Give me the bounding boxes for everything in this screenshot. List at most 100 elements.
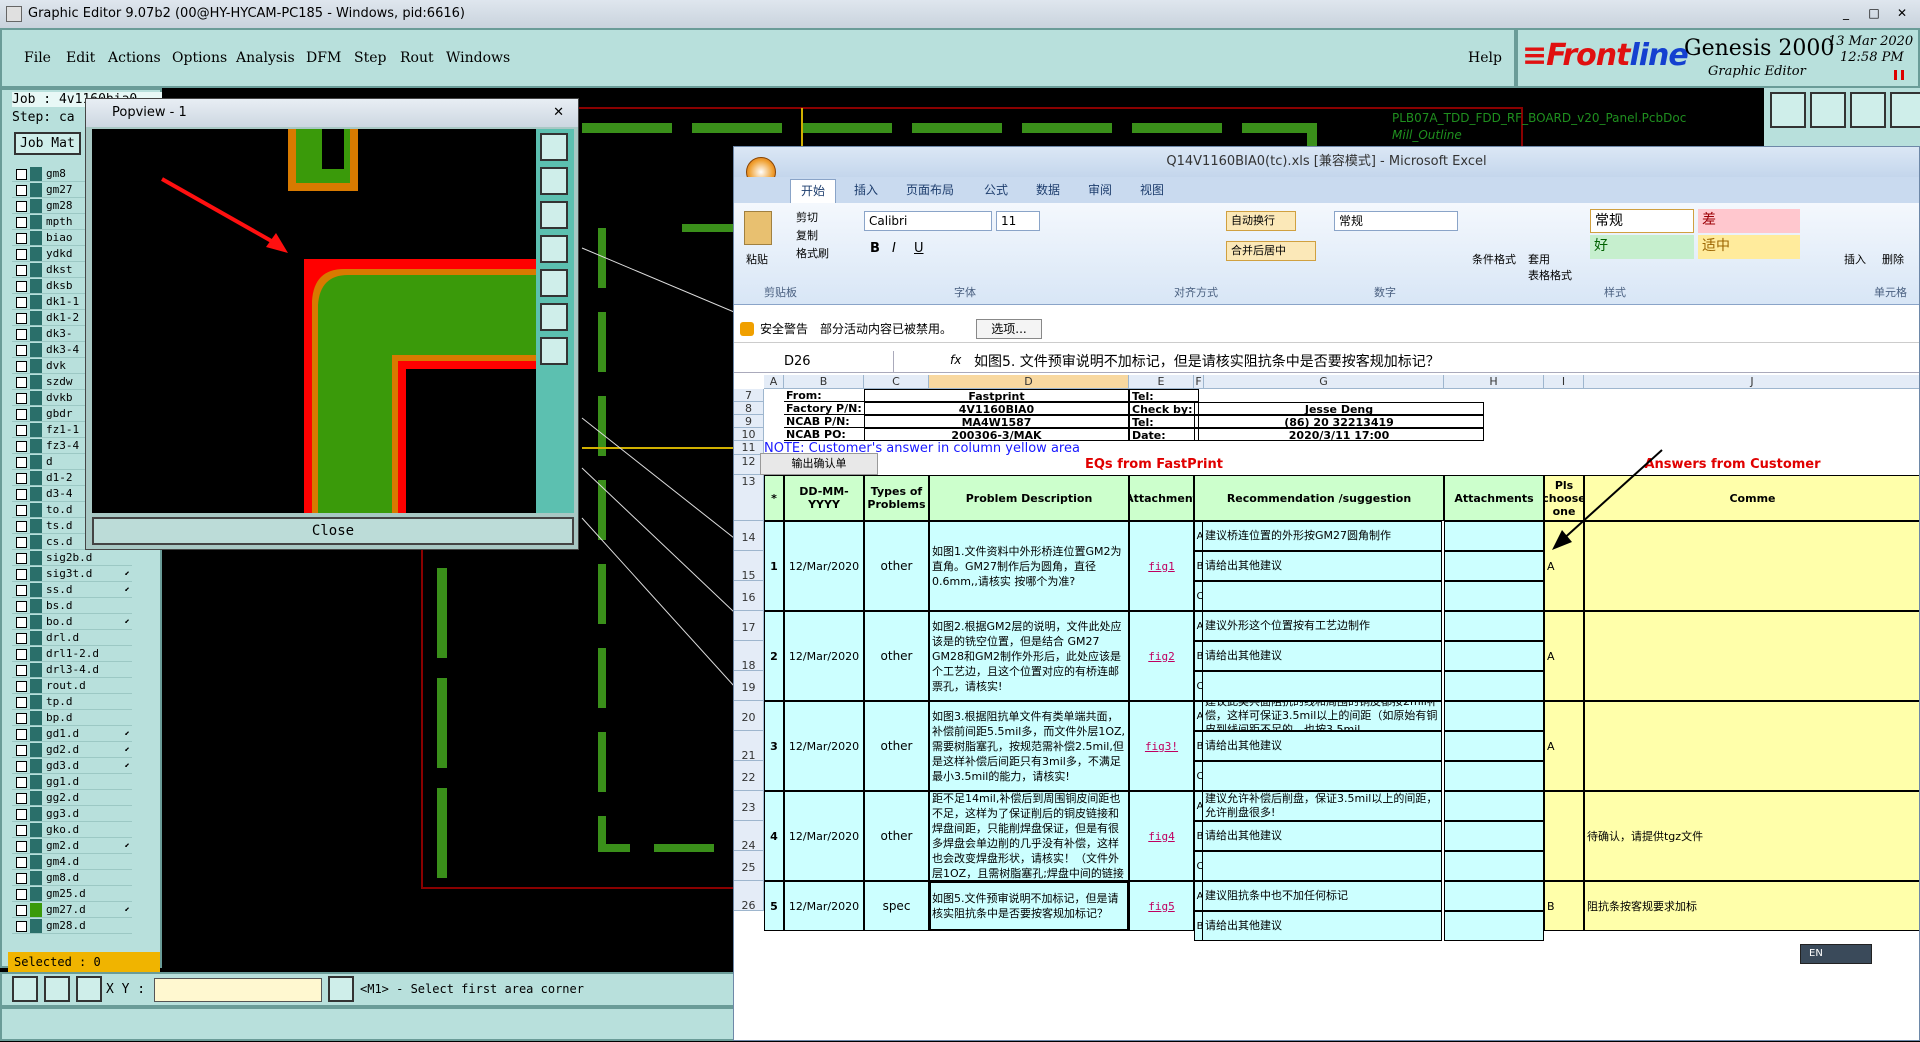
layer-item[interactable]: gd1.d ⬋ xyxy=(12,726,132,742)
layer-checkbox[interactable] xyxy=(16,841,27,852)
export-button[interactable]: 输出确认单 xyxy=(760,453,878,475)
layer-item[interactable]: bp.d xyxy=(12,710,132,726)
row-fig-link[interactable]: fig5 xyxy=(1129,881,1194,931)
layer-checkbox[interactable] xyxy=(16,441,27,452)
ime-indicator[interactable]: EN xyxy=(1800,944,1872,964)
layer-checkbox[interactable] xyxy=(16,681,27,692)
formula-input[interactable]: 如图5. 文件预审说明不加标记，但是请核实阻抗条中是否要按客规加标记？ xyxy=(974,351,1440,373)
tab-formulas[interactable]: 公式 xyxy=(984,181,1008,198)
tab-review[interactable]: 审阅 xyxy=(1088,181,1112,198)
layer-checkbox[interactable] xyxy=(16,617,27,628)
popview-pan-down-icon[interactable] xyxy=(540,201,568,229)
maximize-button[interactable]: □ xyxy=(1862,4,1886,22)
layer-checkbox[interactable] xyxy=(16,809,27,820)
layer-checkbox[interactable] xyxy=(16,521,27,532)
toolbar-btn-3-icon[interactable] xyxy=(1850,92,1886,128)
font-size-select[interactable]: 11 xyxy=(996,211,1040,231)
layer-checkbox[interactable] xyxy=(16,793,27,804)
layer-checkbox[interactable] xyxy=(16,409,27,420)
layer-checkbox[interactable] xyxy=(16,857,27,868)
layer-checkbox[interactable] xyxy=(16,745,27,756)
layer-checkbox[interactable] xyxy=(16,185,27,196)
layer-checkbox[interactable] xyxy=(16,297,27,308)
menu-rout[interactable]: Rout xyxy=(400,50,434,66)
layer-checkbox[interactable] xyxy=(16,601,27,612)
popview-pan-right-icon[interactable] xyxy=(540,269,568,297)
layer-checkbox[interactable] xyxy=(16,329,27,340)
layer-item[interactable]: gg2.d xyxy=(12,790,132,806)
row-fig-link[interactable]: fig4 xyxy=(1129,791,1194,881)
popview-close-button[interactable]: Close xyxy=(92,517,574,545)
row-fig-link[interactable]: fig1 xyxy=(1129,521,1194,611)
style-bad[interactable]: 差 xyxy=(1698,209,1800,233)
merge-center-button[interactable]: 合并后居中 xyxy=(1226,241,1316,261)
menu-windows[interactable]: Windows xyxy=(446,50,510,66)
grid-icon[interactable] xyxy=(76,976,102,1002)
layer-checkbox[interactable] xyxy=(16,889,27,900)
table-format-button[interactable]: 套用 表格格式 xyxy=(1528,251,1572,283)
layer-item[interactable]: gm25.d xyxy=(12,886,132,902)
format-painter-button[interactable]: 格式刷 xyxy=(796,245,829,261)
name-box[interactable]: D26 xyxy=(734,351,894,373)
layer-checkbox[interactable] xyxy=(16,537,27,548)
measure-icon[interactable] xyxy=(44,976,70,1002)
zoom-area-icon[interactable] xyxy=(12,976,38,1002)
layer-checkbox[interactable] xyxy=(16,553,27,564)
toolbar-btn-2-icon[interactable] xyxy=(1810,92,1846,128)
layer-checkbox[interactable] xyxy=(16,697,27,708)
popview-close-icon[interactable]: ✕ xyxy=(553,99,564,127)
bold-button[interactable]: B xyxy=(870,241,880,256)
insert-cells-button[interactable]: 插入 xyxy=(1844,251,1866,267)
layer-item[interactable]: gm27.d ⬋ xyxy=(12,902,132,918)
layer-checkbox[interactable] xyxy=(16,217,27,228)
menu-analysis[interactable]: Analysis xyxy=(236,50,295,66)
row-fig-link[interactable]: fig3! xyxy=(1129,701,1194,791)
layer-item[interactable]: sig3t.d ⬋ xyxy=(12,566,132,582)
cut-button[interactable]: 剪切 xyxy=(796,209,818,225)
style-good[interactable]: 好 xyxy=(1590,235,1694,259)
delete-cells-button[interactable]: 删除 xyxy=(1882,251,1904,267)
layer-checkbox[interactable] xyxy=(16,665,27,676)
menu-actions[interactable]: Actions xyxy=(108,50,161,66)
layer-item[interactable]: gd2.d ⬋ xyxy=(12,742,132,758)
underline-button[interactable]: U xyxy=(914,241,924,256)
layer-checkbox[interactable] xyxy=(16,633,27,644)
layer-checkbox[interactable] xyxy=(16,649,27,660)
layer-item[interactable]: sig2b.d xyxy=(12,550,132,566)
layer-checkbox[interactable] xyxy=(16,169,27,180)
layer-checkbox[interactable] xyxy=(16,361,27,372)
security-options-button[interactable]: 选项... xyxy=(976,319,1042,339)
font-name-select[interactable]: Calibri xyxy=(864,211,992,231)
paste-icon[interactable] xyxy=(744,211,772,245)
pause-icon[interactable] xyxy=(1894,70,1904,80)
style-neutral[interactable]: 适中 xyxy=(1698,235,1800,259)
menu-step[interactable]: Step xyxy=(354,50,386,66)
layer-item[interactable]: gg1.d xyxy=(12,774,132,790)
layer-checkbox[interactable] xyxy=(16,729,27,740)
layer-item[interactable]: bo.d ⬋ xyxy=(12,614,132,630)
layer-item[interactable]: ss.d ⬋ xyxy=(12,582,132,598)
popview-fit-icon[interactable] xyxy=(540,303,568,331)
menu-edit[interactable]: Edit xyxy=(66,50,95,66)
layer-checkbox[interactable] xyxy=(16,281,27,292)
layer-checkbox[interactable] xyxy=(16,313,27,324)
layer-checkbox[interactable] xyxy=(16,873,27,884)
tab-view[interactable]: 视图 xyxy=(1140,181,1164,198)
layer-checkbox[interactable] xyxy=(16,761,27,772)
layer-item[interactable]: drl1-2.d xyxy=(12,646,132,662)
job-matrix-button[interactable]: Job Mat xyxy=(14,132,81,155)
layer-item[interactable]: rout.d xyxy=(12,678,132,694)
spreadsheet-grid[interactable]: A B C D E F G H I J 7 From: Fastprint Tel: 8 Factory P/… xyxy=(734,375,1919,1042)
layer-item[interactable]: gm28.d xyxy=(12,918,132,934)
cursor-icon[interactable] xyxy=(328,976,354,1002)
wrap-text-button[interactable]: 自动换行 xyxy=(1226,211,1296,231)
layer-item[interactable]: drl.d xyxy=(12,630,132,646)
menu-dfm[interactable]: DFM xyxy=(306,50,341,66)
number-format-select[interactable]: 常规 xyxy=(1334,211,1458,231)
layer-item[interactable]: gm4.d xyxy=(12,854,132,870)
layer-checkbox[interactable] xyxy=(16,777,27,788)
style-normal[interactable]: 常规 xyxy=(1590,209,1694,233)
popview-canvas[interactable] xyxy=(92,129,536,513)
layer-item[interactable]: bs.d xyxy=(12,598,132,614)
layer-item[interactable]: tp.d xyxy=(12,694,132,710)
